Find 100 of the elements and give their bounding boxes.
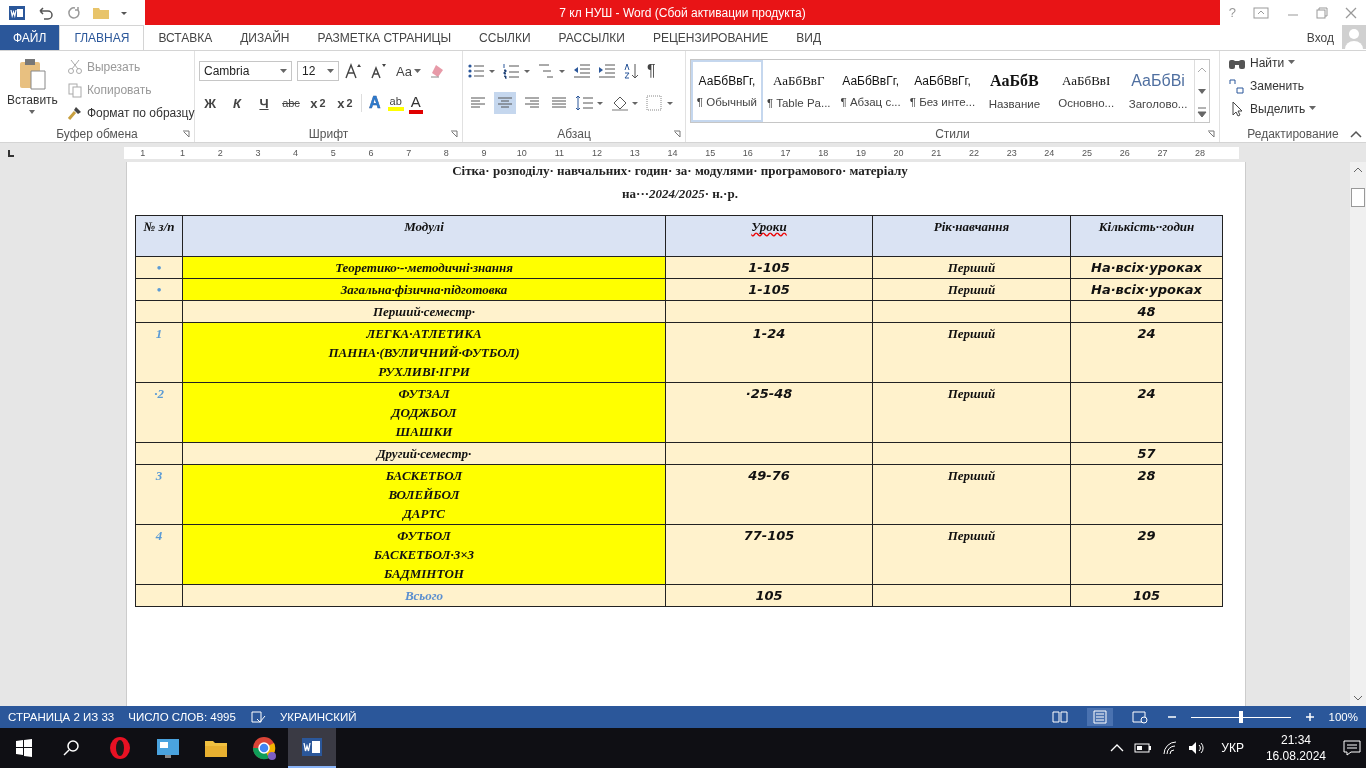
bullets-icon[interactable] [467, 62, 497, 80]
tab-selector-icon[interactable] [6, 147, 16, 158]
print-layout-icon[interactable] [1086, 708, 1113, 726]
multilevel-list-icon[interactable] [537, 62, 567, 80]
table-cell: Теоретико·-·методичні·знання [182, 256, 666, 279]
bold-button[interactable]: Ж [199, 95, 221, 111]
show-formatting-marks-button[interactable]: ¶ [645, 62, 658, 80]
text-effects-button[interactable]: A [367, 94, 383, 112]
window-title: 7 кл НУШ - Word (Сбой активации продукта) [559, 5, 806, 20]
format-painter-button[interactable]: Формат по образцу [66, 103, 195, 122]
table-cell: 28 [1070, 464, 1223, 525]
font-color-button[interactable]: A [408, 92, 423, 114]
dialog-launcher-icon[interactable] [182, 130, 190, 138]
undo-icon[interactable] [36, 4, 56, 21]
file-tab[interactable]: ФАЙЛ [0, 25, 60, 50]
table-cell: • [135, 278, 183, 301]
word-logo-icon[interactable] [8, 3, 26, 22]
view-icon [1051, 710, 1068, 724]
page-count[interactable]: СТРАНИЦА 2 ИЗ 33 [8, 711, 115, 723]
view-icon [1131, 710, 1148, 724]
ribbon-tab[interactable]: ГЛАВНАЯ [59, 25, 145, 50]
more-icon[interactable] [1195, 104, 1209, 119]
start-icon[interactable] [15, 739, 33, 757]
dialog-launcher-icon[interactable] [673, 130, 681, 138]
italic-button[interactable]: К [226, 95, 248, 111]
ribbon-tab[interactable]: РАЗМЕТКА СТРАНИЦЫ [303, 25, 466, 50]
scroll-up-icon[interactable] [1353, 166, 1363, 174]
shading-icon[interactable] [610, 94, 640, 112]
chevron-up-icon[interactable] [1110, 743, 1125, 753]
table-cell: ·25-48 [665, 382, 873, 443]
copy-icon [66, 81, 83, 98]
replace-icon [1228, 77, 1246, 94]
sort-icon[interactable] [622, 62, 640, 80]
proofing-icon[interactable] [249, 710, 266, 724]
sign-in-link[interactable]: Вход [1306, 25, 1334, 50]
notification-icon[interactable] [1343, 740, 1361, 756]
ribbon-tab[interactable]: ССЫЛКИ [465, 25, 545, 50]
ruler[interactable]: 1 1 2 3 4 5 6 7 8 9 10 11 12 13 14 15 16 17 18 19 20 21 22 23 24 25 26 27 28 [124, 146, 1239, 159]
table-cell: 3 [135, 464, 183, 525]
view-icon [1091, 710, 1108, 724]
find-button[interactable]: Найти [1228, 53, 1362, 72]
paste-button[interactable]: Вставить [4, 55, 61, 126]
highlight-button[interactable]: ab [387, 95, 404, 111]
shrink-font-icon[interactable] [369, 62, 389, 80]
change-case-button[interactable]: Аа [394, 63, 424, 79]
style-item[interactable]: АаБбВвI Основно... [1050, 60, 1123, 122]
increase-indent-icon[interactable] [597, 62, 617, 80]
clock-time[interactable]: 21:34 [1280, 732, 1311, 748]
search-icon[interactable] [63, 739, 81, 757]
clock-date[interactable]: 16.08.2024 [1265, 748, 1326, 764]
word-count[interactable]: ЧИСЛО СЛОВ: 4995 [128, 711, 236, 723]
ribbon-tab[interactable]: РАССЫЛКИ [544, 25, 639, 50]
keyboard-language[interactable]: УКР [1221, 741, 1244, 755]
group-label: Буфер обмена [56, 127, 138, 141]
decrease-indent-icon[interactable] [572, 62, 592, 80]
table-cell [135, 442, 183, 465]
volume-icon[interactable] [1188, 741, 1207, 755]
table-cell [135, 584, 183, 607]
scroll-thumb[interactable] [1351, 188, 1365, 207]
style-item[interactable]: АаБбВвГ ¶ Table Pa... [762, 60, 835, 122]
font-size-field[interactable]: 12 [297, 61, 339, 81]
zoom-thumb[interactable] [1238, 711, 1243, 723]
dialog-launcher-icon[interactable] [1207, 130, 1215, 138]
column-header: Модулі [182, 215, 666, 257]
alignment-icon [524, 96, 540, 110]
line-spacing-icon[interactable] [575, 94, 605, 112]
zoom-in-icon[interactable] [1304, 712, 1315, 722]
select-button[interactable]: Выделить [1228, 99, 1362, 118]
redo-icon[interactable] [66, 4, 82, 21]
battery-icon[interactable] [1134, 743, 1153, 753]
underline-button[interactable]: Ч [253, 95, 275, 111]
style-item[interactable]: АаБбВвГг, ¶ Без инте... [906, 60, 979, 122]
style-item[interactable]: АаБбВвГг, ¶ Обычный [691, 60, 763, 122]
app-icon [251, 735, 277, 761]
close-icon[interactable] [1345, 6, 1358, 19]
style-item[interactable]: АаБбВвГг, ¶ Абзац с... [834, 60, 907, 122]
zoom-level[interactable]: 100% [1328, 711, 1358, 723]
table-cell: 57 [1070, 442, 1223, 465]
scroll-down-icon[interactable] [1353, 694, 1363, 702]
numbering-icon[interactable] [502, 62, 532, 80]
grow-font-icon[interactable] [344, 62, 364, 80]
font-family-field[interactable]: Cambria [199, 61, 292, 81]
column-header: Уроки [665, 215, 873, 257]
collapse-ribbon-icon[interactable] [1350, 130, 1362, 138]
scissors-icon [66, 58, 83, 75]
dialog-launcher-icon[interactable] [450, 130, 458, 138]
document-app-icon[interactable] [288, 728, 336, 768]
wifi-icon[interactable] [1162, 741, 1179, 755]
language-indicator[interactable]: УКРАИНСКИЙ [279, 711, 357, 723]
style-item[interactable]: АаБбВ Название [978, 60, 1051, 122]
table-cell: 24 [1070, 322, 1223, 383]
ribbon-tab[interactable]: РЕЦЕНЗИРОВАНИЕ [638, 25, 783, 50]
style-item[interactable]: АаБбВі Заголово... [1122, 60, 1194, 122]
ribbon-tab[interactable]: ВСТАВКА [144, 25, 227, 50]
ribbon-tab[interactable]: ДИЗАЙН [226, 25, 304, 50]
strike-button[interactable]: abc [280, 97, 302, 109]
scrollbar[interactable] [1350, 162, 1366, 706]
ribbon-tab[interactable]: ВИД [782, 25, 836, 50]
ribbon-display-icon[interactable] [1253, 6, 1270, 19]
replace-button[interactable]: Заменить [1228, 76, 1362, 95]
